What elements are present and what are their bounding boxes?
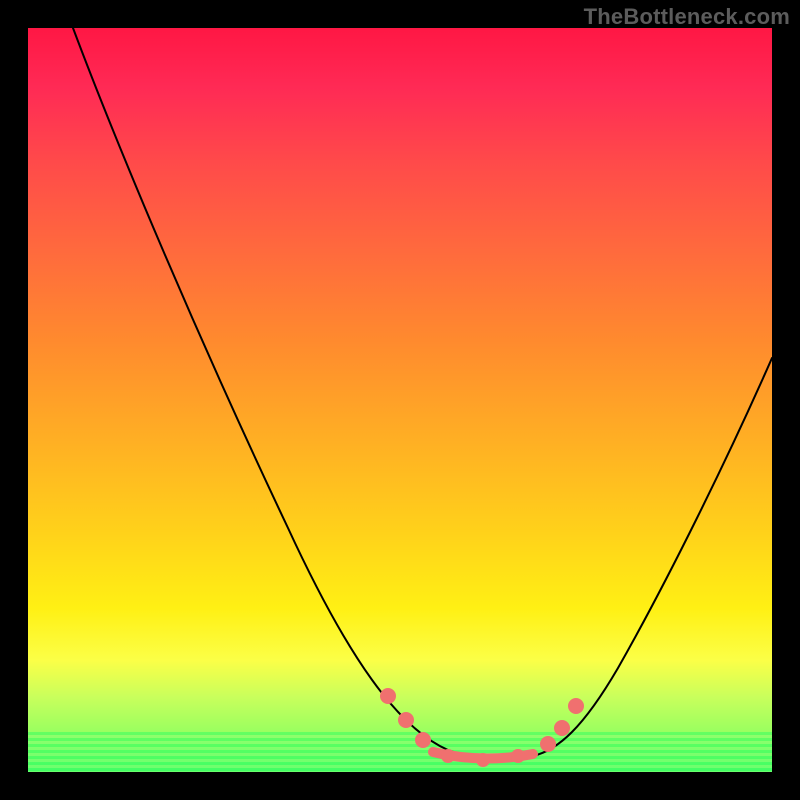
watermark-label: TheBottleneck.com	[584, 4, 790, 30]
plot-area	[28, 28, 772, 772]
chart-frame: TheBottleneck.com	[0, 0, 800, 800]
optimal-markers	[380, 688, 584, 767]
bottleneck-curve	[73, 28, 772, 759]
curve-svg	[28, 28, 772, 772]
